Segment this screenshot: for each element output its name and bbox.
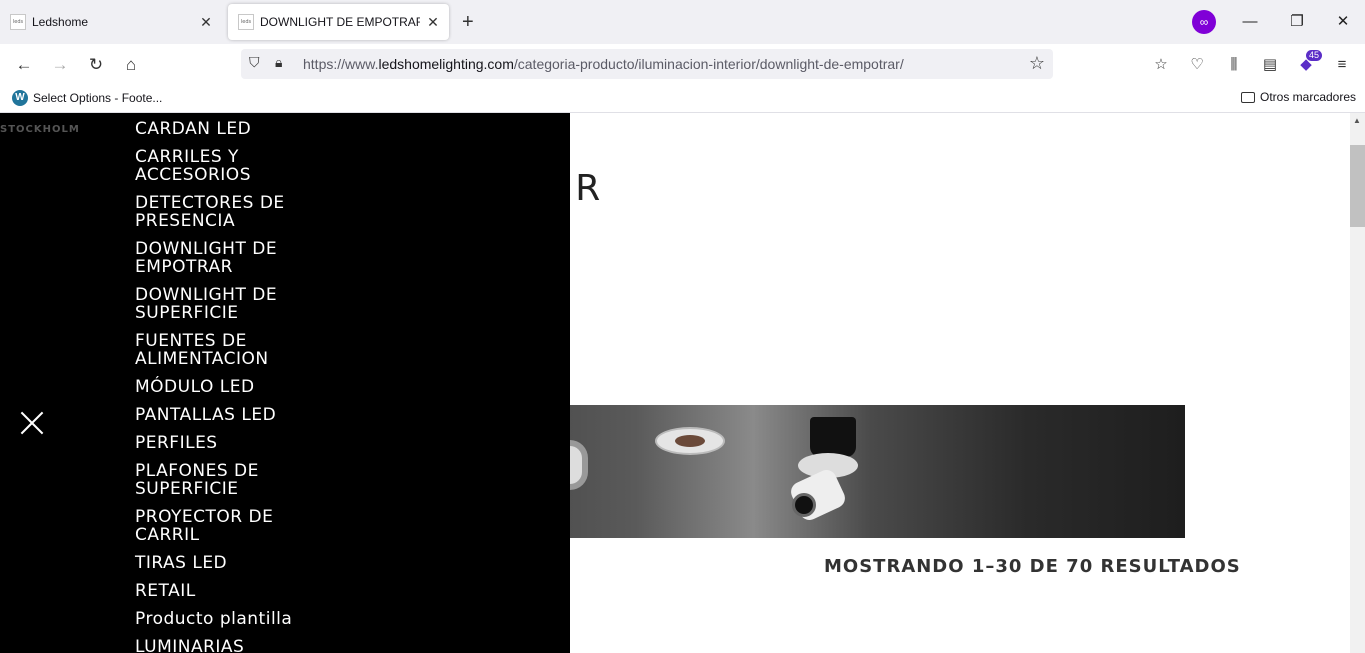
close-tab-icon[interactable]: ✕: [425, 14, 441, 30]
url-prefix: https://www.: [303, 56, 379, 72]
new-tab-icon[interactable]: +: [462, 12, 474, 32]
downlight-image: [570, 440, 588, 490]
menu-item[interactable]: PLAFONES DE SUPERFICIE: [135, 462, 335, 498]
library-icon[interactable]: ⫼: [1224, 55, 1244, 75]
reload-icon[interactable]: ↻: [85, 54, 107, 76]
menu-item[interactable]: LUMINARIAS: [135, 638, 335, 653]
url-text[interactable]: https://www.ledshomelighting.com/categor…: [303, 56, 904, 72]
reader-list-icon[interactable]: ☆: [1151, 55, 1171, 75]
menu-item[interactable]: PANTALLAS LED: [135, 406, 335, 424]
home-icon[interactable]: ⌂: [120, 54, 142, 76]
minimize-icon[interactable]: —: [1240, 12, 1260, 32]
menu-item[interactable]: FUENTES DE ALIMENTACION: [135, 332, 335, 368]
tab-title: Ledshome: [32, 15, 89, 29]
menu-hamburger-icon[interactable]: ≡: [1332, 55, 1352, 75]
menu-item[interactable]: CARRILES Y ACCESORIOS: [135, 148, 335, 184]
wordpress-icon: W: [12, 90, 28, 106]
menu-item[interactable]: PROYECTOR DE CARRIL: [135, 508, 335, 544]
menu-item[interactable]: MÓDULO LED: [135, 378, 335, 396]
bookmark-label: Select Options - Foote...: [33, 91, 163, 105]
brand-logo: STOCKHOLM: [0, 124, 80, 135]
navigation-toolbar: ← → ↻ ⌂ ⛉ 🔒︎ https://www.ledshomelightin…: [0, 44, 1365, 84]
spotlight-image: [810, 417, 856, 457]
scroll-up-icon[interactable]: ▲: [1353, 116, 1361, 125]
other-bookmarks-label: Otros marcadores: [1260, 90, 1357, 104]
bookmarks-toolbar: W Select Options - Foote... Otros marcad…: [0, 84, 1365, 113]
tab-ledshome[interactable]: leds Ledshome ✕: [0, 4, 222, 40]
menu-item[interactable]: PERFILES: [135, 434, 335, 452]
results-count: MOSTRANDO 1–30 DE 70 RESULTADOS: [824, 556, 1241, 577]
menu-item[interactable]: DETECTORES DE PRESENCIA: [135, 194, 335, 230]
private-mask-icon[interactable]: ∞: [1192, 10, 1216, 34]
pocket-icon[interactable]: ♡: [1187, 55, 1207, 75]
menu-item[interactable]: DOWNLIGHT DE SUPERFICIE: [135, 286, 335, 322]
site-favicon-icon: leds: [238, 14, 254, 30]
folder-icon: [1241, 91, 1255, 103]
bookmark-item[interactable]: W Select Options - Foote...: [12, 90, 162, 106]
site-favicon-icon: leds: [10, 14, 26, 30]
lock-icon[interactable]: 🔒︎: [275, 54, 282, 71]
other-bookmarks[interactable]: Otros marcadores: [1241, 90, 1356, 104]
shield-icon[interactable]: ⛉: [249, 54, 260, 71]
spotlight-lens-image: [792, 493, 816, 517]
sidebar-icon[interactable]: ▤: [1260, 55, 1280, 75]
back-icon[interactable]: ←: [13, 54, 35, 76]
downlight-image: [655, 427, 725, 455]
restore-icon[interactable]: ❐: [1287, 12, 1307, 32]
menu-item[interactable]: CARDAN LED: [135, 120, 335, 138]
address-bar[interactable]: ⛉ 🔒︎ https://www.ledshomelighting.com/ca…: [241, 49, 1053, 79]
close-window-icon[interactable]: ✕: [1333, 12, 1353, 32]
forward-icon[interactable]: →: [49, 54, 71, 76]
scrollbar-thumb[interactable]: [1350, 145, 1365, 227]
tab-strip: leds Ledshome ✕ leds DOWNLIGHT DE EMPOTR…: [0, 0, 1365, 44]
url-domain: ledshomelighting.com: [378, 56, 514, 72]
menu-item[interactable]: TIRAS LED: [135, 554, 335, 572]
extension-badge: 45: [1306, 50, 1323, 61]
menu-item[interactable]: RETAIL: [135, 582, 335, 600]
bookmark-star-icon[interactable]: ☆: [1029, 53, 1045, 74]
tab-title: DOWNLIGHT DE EMPOTRAR – L: [260, 15, 420, 29]
close-menu-icon[interactable]: [18, 409, 46, 437]
close-tab-icon[interactable]: ✕: [198, 14, 214, 30]
menu-item[interactable]: DOWNLIGHT DE EMPOTRAR: [135, 240, 335, 276]
side-menu-panel: STOCKHOLM CARDAN LED CARRILES Y ACCESORIOS…: [0, 113, 570, 653]
tab-downlight-empotrar[interactable]: leds DOWNLIGHT DE EMPOTRAR – L ✕: [228, 4, 449, 40]
url-path: /categoria-producto/iluminacion-interior…: [513, 56, 904, 72]
menu-item[interactable]: Producto plantilla: [135, 610, 335, 628]
